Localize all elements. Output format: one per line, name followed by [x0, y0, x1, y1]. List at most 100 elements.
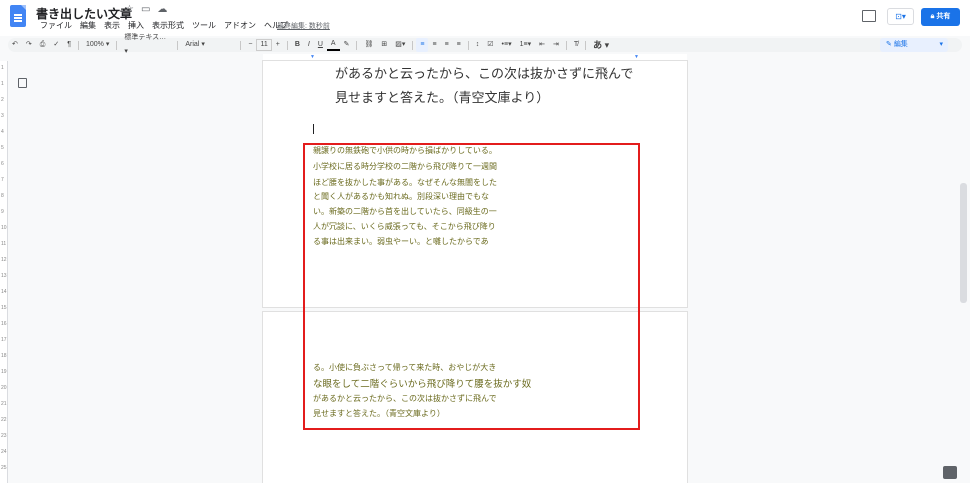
align-right-icon[interactable]: ≡ [441, 38, 453, 52]
menu-format[interactable]: 表示形式 [148, 21, 188, 31]
docs-logo-icon[interactable] [10, 5, 26, 27]
star-icon[interactable]: ☆ [125, 4, 134, 15]
divider [116, 40, 118, 50]
menu-view[interactable]: 表示 [100, 21, 124, 31]
italic-button[interactable]: I [304, 38, 314, 52]
ruler-right-marker[interactable]: ▼ [634, 54, 639, 60]
share-label: 共有 [936, 13, 951, 20]
divider [565, 40, 567, 50]
font-size-decrease-icon[interactable]: − [244, 38, 256, 52]
style-select[interactable]: 標準テキス… ▾ [120, 31, 174, 59]
ruler-tick-label: 24 [1, 449, 7, 455]
menu-edit[interactable]: 編集 [76, 21, 100, 31]
zoom-value: 100% [86, 41, 104, 48]
ruler-tick-label: 6 [1, 161, 4, 167]
ruler-tick-label: 17 [1, 337, 7, 343]
menu-tools[interactable]: ツール [188, 21, 220, 31]
ruler-tick-label: 1 [1, 65, 4, 71]
paint-format-icon[interactable]: ¶ [63, 38, 75, 52]
divider [412, 40, 414, 50]
move-folder-icon[interactable]: ▭ [141, 4, 150, 15]
decrease-indent-icon[interactable]: ⇤ [535, 38, 549, 52]
checklist-icon[interactable]: ☑ [483, 38, 497, 52]
divider [240, 40, 242, 50]
document-outline-icon[interactable] [18, 78, 27, 88]
vertical-ruler[interactable]: 1 1 2 3 4 5 6 7 8 9 10 11 12 13 14 15 16 17 18 19 20 21 22 23 24… [0, 61, 8, 483]
divider [356, 40, 358, 50]
divider [177, 40, 179, 50]
explore-icon[interactable] [943, 466, 957, 479]
text-color-button[interactable]: A [326, 39, 340, 51]
divider [467, 40, 469, 50]
ruler-tick-label: 18 [1, 353, 7, 359]
redo-icon[interactable]: ↷ [22, 38, 36, 52]
input-tool-label: あ [593, 40, 603, 50]
numbered-list-icon[interactable]: 1≡▾ [516, 38, 536, 52]
highlight-annotation-box [303, 143, 640, 430]
line-spacing-icon[interactable]: ↕ [472, 38, 484, 52]
text-cursor [313, 124, 314, 134]
style-value: 標準テキス… [124, 34, 167, 41]
spellcheck-icon[interactable]: ✓ [49, 38, 63, 52]
ruler-tick-label: 10 [1, 225, 7, 231]
divider [78, 40, 79, 50]
ruler-tick-label: 14 [1, 289, 7, 295]
align-center-icon[interactable]: ≡ [428, 38, 440, 52]
ruler-tick-label: 23 [1, 433, 7, 439]
insert-image-icon[interactable]: ▨▾ [391, 38, 409, 52]
font-value: Arial [185, 41, 200, 48]
ruler-tick-label: 11 [1, 241, 7, 247]
ruler-tick-label: 5 [1, 145, 4, 151]
document-title[interactable]: 書き出したい文章 [36, 5, 132, 22]
editing-mode-select[interactable]: ✎ 編集 ▾ [880, 38, 948, 52]
formatting-toolbar: ↶ ↷ ⎙ ✓ ¶ 100% ▾ 標準テキス… ▾ Arial ▾ − 11 +… [8, 34, 962, 55]
divider [585, 40, 587, 50]
ruler-indent-marker[interactable]: ▼ [310, 54, 315, 60]
horizontal-ruler[interactable]: ▼ ▼ [263, 54, 687, 61]
present-button[interactable]: ⊡▾ [887, 8, 914, 25]
vertical-scrollbar[interactable] [960, 183, 967, 303]
ruler-tick-label: 20 [1, 385, 7, 391]
body-text-line: 見せますと答えた。（青空文庫より） [335, 90, 550, 105]
undo-icon[interactable]: ↶ [8, 38, 22, 52]
input-tools-button[interactable]: あ ▾ [589, 38, 613, 52]
ruler-tick-label: 13 [1, 273, 7, 279]
ruler-tick-label: 15 [1, 305, 7, 311]
highlight-color-icon[interactable]: ✎ [340, 38, 354, 52]
title-actions: ☆ ▭ ☁ [125, 4, 167, 15]
ruler-tick-label: 8 [1, 193, 4, 199]
ruler-tick-label: 4 [1, 129, 4, 135]
menu-file[interactable]: ファイル [36, 21, 76, 31]
ruler-tick-label: 7 [1, 177, 4, 183]
underline-button[interactable]: U [314, 38, 327, 52]
menu-insert[interactable]: 挿入 [124, 21, 148, 31]
add-comment-icon[interactable]: ⊞ [377, 38, 391, 52]
share-button[interactable]: 🔒︎ 共有 [921, 8, 960, 26]
ruler-tick-label: 12 [1, 257, 7, 263]
ruler-tick-label: 21 [1, 401, 7, 407]
cloud-status-icon[interactable]: ☁ [157, 4, 167, 15]
divider [286, 40, 288, 50]
ruler-tick-label: 22 [1, 417, 7, 423]
increase-indent-icon[interactable]: ⇥ [549, 38, 563, 52]
comment-history-icon[interactable] [862, 10, 876, 22]
bold-button[interactable]: B [291, 38, 304, 52]
print-icon[interactable]: ⎙ [36, 38, 50, 52]
ruler-tick-label: 9 [1, 209, 4, 215]
bulleted-list-icon[interactable]: •≡▾ [498, 38, 516, 52]
menu-addons[interactable]: アドオン [220, 21, 260, 31]
zoom-select[interactable]: 100% ▾ [82, 38, 113, 52]
chevron-down-icon: ▾ [939, 41, 943, 48]
body-text-line: があるかと云ったから、この次は抜かさずに飛んで [335, 66, 634, 81]
ruler-tick-label: 3 [1, 113, 4, 119]
clear-formatting-icon[interactable]: T̸ [570, 38, 582, 52]
font-select[interactable]: Arial ▾ [181, 38, 237, 52]
ruler-tick-label: 25 [1, 465, 7, 471]
align-left-icon[interactable]: ≡ [416, 38, 429, 52]
last-edit-link[interactable]: 最終編集: 数秒前 [277, 21, 330, 31]
font-size-input[interactable]: 11 [256, 39, 272, 51]
pencil-icon: ✎ [886, 41, 894, 48]
font-size-increase-icon[interactable]: + [272, 38, 284, 52]
insert-link-icon[interactable]: ⛓ [360, 38, 377, 52]
align-justify-icon[interactable]: ≡ [453, 38, 465, 52]
